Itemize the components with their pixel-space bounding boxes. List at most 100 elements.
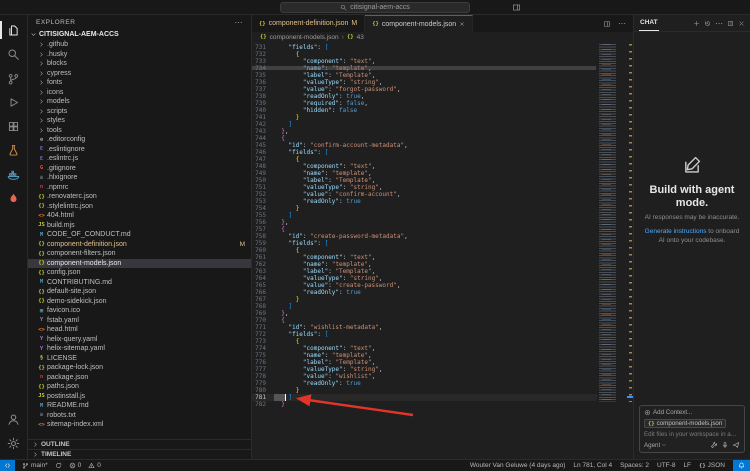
code-line-767[interactable]: 767 } bbox=[252, 296, 597, 303]
file-component-definition.json[interactable]: {}component-definition.jsonM bbox=[28, 240, 251, 250]
git-branch-item[interactable]: main* bbox=[22, 460, 48, 471]
code-line-778[interactable]: 778 "value": "wishlist", bbox=[252, 373, 597, 380]
editor-pane[interactable]: 731 "fields": [732 {733 "component": "te… bbox=[252, 42, 633, 459]
tab-component-definition[interactable]: {} component-definition.json M bbox=[252, 15, 365, 32]
file-config.json[interactable]: {}config.json bbox=[28, 268, 251, 278]
section-outline[interactable]: OUTLINE bbox=[28, 439, 251, 449]
tab-component-models[interactable]: {} component-models.json bbox=[365, 15, 473, 32]
file-postinstall.js[interactable]: JSpostinstall.js bbox=[28, 392, 251, 402]
file-.stylelintrc.json[interactable]: {}.stylelintrc.json bbox=[28, 202, 251, 212]
code-line-762[interactable]: 762 "name": "template", bbox=[252, 261, 597, 268]
more-actions-icon[interactable]: ⋯ bbox=[235, 18, 244, 27]
layout-icon[interactable] bbox=[512, 3, 521, 12]
file-.editorconfig[interactable]: ⚙.editorconfig bbox=[28, 135, 251, 145]
folder-scripts[interactable]: scripts bbox=[28, 107, 251, 117]
docker-icon[interactable] bbox=[0, 162, 27, 186]
file-component-models.json[interactable]: {}component-models.json bbox=[28, 259, 251, 269]
testing-icon[interactable] bbox=[0, 138, 27, 162]
code-line-744[interactable]: 744 { bbox=[252, 135, 597, 142]
encoding[interactable]: UTF-8 bbox=[657, 460, 675, 471]
code-line-742[interactable]: 742 ] bbox=[252, 121, 597, 128]
file-.hlxignore[interactable]: ≡.hlxignore bbox=[28, 173, 251, 183]
code-line-750[interactable]: 750 "label": "Template", bbox=[252, 177, 597, 184]
indentation[interactable]: Spaces: 2 bbox=[620, 460, 649, 471]
folder-styles[interactable]: styles bbox=[28, 116, 251, 126]
code-line-753[interactable]: 753 "readOnly": true bbox=[252, 198, 597, 205]
cursor-position[interactable]: Ln 781, Col 4 bbox=[573, 460, 612, 471]
breadcrumb[interactable]: {} component-models.json › {} 43 bbox=[252, 32, 633, 42]
code-line-771[interactable]: 771 "id": "wishlist-metadata", bbox=[252, 324, 597, 331]
minimap[interactable] bbox=[597, 42, 627, 459]
tab-chat[interactable]: CHAT bbox=[639, 15, 659, 31]
code-line-759[interactable]: 759 "fields": [ bbox=[252, 240, 597, 247]
mic-icon[interactable] bbox=[721, 441, 729, 449]
code-line-782[interactable]: 782 } bbox=[252, 401, 597, 408]
folder-icons[interactable]: icons bbox=[28, 88, 251, 98]
open-editor-icon[interactable] bbox=[727, 20, 734, 27]
folder-tools[interactable]: tools bbox=[28, 126, 251, 136]
code-line-747[interactable]: 747 { bbox=[252, 156, 597, 163]
close-icon[interactable] bbox=[459, 21, 465, 27]
file-demo-sidekick.json[interactable]: {}demo-sidekick.json bbox=[28, 297, 251, 307]
code-line-733[interactable]: 733 "component": "text", bbox=[252, 58, 597, 65]
code-line-735[interactable]: 735 "label": "Template", bbox=[252, 72, 597, 79]
code-line-781[interactable]: 781 ] bbox=[252, 394, 597, 401]
run-debug-icon[interactable] bbox=[0, 90, 27, 114]
code-line-774[interactable]: 774 "component": "text", bbox=[252, 345, 597, 352]
folder-blocks[interactable]: blocks bbox=[28, 59, 251, 69]
code-line-746[interactable]: 746 "fields": [ bbox=[252, 149, 597, 156]
code-line-765[interactable]: 765 "value": "create-password", bbox=[252, 282, 597, 289]
code-line-749[interactable]: 749 "name": "template", bbox=[252, 170, 597, 177]
code-line-757[interactable]: 757 { bbox=[252, 226, 597, 233]
code-line-760[interactable]: 760 { bbox=[252, 247, 597, 254]
code-line-755[interactable]: 755 ] bbox=[252, 212, 597, 219]
breadcrumb-symbol[interactable]: 43 bbox=[357, 34, 364, 41]
code-line-751[interactable]: 751 "valueType": "string", bbox=[252, 184, 597, 191]
eol[interactable]: LF bbox=[683, 460, 691, 471]
code-line-732[interactable]: 732 { bbox=[252, 51, 597, 58]
settings-icon[interactable] bbox=[0, 431, 27, 455]
file-404.html[interactable]: <>404.html bbox=[28, 211, 251, 221]
breadcrumb-file[interactable]: component-models.json bbox=[270, 34, 339, 41]
problems-errors[interactable]: 0 bbox=[69, 460, 82, 471]
file-CONTRIBUTING.md[interactable]: MCONTRIBUTING.md bbox=[28, 278, 251, 288]
tools-icon[interactable] bbox=[710, 441, 718, 449]
blame-item[interactable]: Wouter Van Geluwe (4 days ago) bbox=[470, 460, 566, 471]
file-robots.txt[interactable]: ≡robots.txt bbox=[28, 411, 251, 421]
file-fstab.yaml[interactable]: Yfstab.yaml bbox=[28, 316, 251, 326]
file-.eslintrc.js[interactable]: E.eslintrc.js bbox=[28, 154, 251, 164]
code-line-772[interactable]: 772 "fields": [ bbox=[252, 331, 597, 338]
overview-ruler[interactable] bbox=[627, 42, 633, 459]
folder-fonts[interactable]: fonts bbox=[28, 78, 251, 88]
code-line-740[interactable]: 740 "hidden": false bbox=[252, 107, 597, 114]
live-preview-icon[interactable] bbox=[0, 186, 27, 210]
file-paths.json[interactable]: {}paths.json bbox=[28, 382, 251, 392]
search-icon[interactable] bbox=[0, 42, 27, 66]
file-default-site.json[interactable]: {}default-site.json bbox=[28, 287, 251, 297]
code-line-739[interactable]: 739 "required": false, bbox=[252, 100, 597, 107]
file-.gitignore[interactable]: G.gitignore bbox=[28, 164, 251, 174]
accounts-icon[interactable] bbox=[0, 407, 27, 431]
code-line-761[interactable]: 761 "component": "text", bbox=[252, 254, 597, 261]
code-line-752[interactable]: 752 "value": "confirm-account", bbox=[252, 191, 597, 198]
code-line-738[interactable]: 738 "readOnly": true, bbox=[252, 93, 597, 100]
code-line-780[interactable]: 780 } bbox=[252, 387, 597, 394]
more-actions-icon[interactable]: ⋯ bbox=[618, 19, 626, 28]
split-editor-icon[interactable] bbox=[603, 20, 611, 28]
code-line-745[interactable]: 745 "id": "confirm-account-metadata", bbox=[252, 142, 597, 149]
file-.eslintignore[interactable]: E.eslintignore bbox=[28, 145, 251, 155]
command-center-search[interactable]: citisignal-aem-accs bbox=[280, 2, 470, 13]
code-line-741[interactable]: 741 } bbox=[252, 114, 597, 121]
more-icon[interactable]: ⋯ bbox=[715, 19, 723, 28]
close-icon[interactable] bbox=[738, 20, 745, 27]
file-build.mjs[interactable]: JSbuild.mjs bbox=[28, 221, 251, 231]
file-sitemap-index.xml[interactable]: <>sitemap-index.xml bbox=[28, 420, 251, 430]
folder-models[interactable]: models bbox=[28, 97, 251, 107]
chat-input[interactable]: Add Context... {} component-models.json … bbox=[639, 405, 745, 453]
code-line-766[interactable]: 766 "readOnly": true bbox=[252, 289, 597, 296]
file-package-lock.json[interactable]: {}package-lock.json bbox=[28, 363, 251, 373]
file-README.md[interactable]: MREADME.md bbox=[28, 401, 251, 411]
add-context-button[interactable]: Add Context... bbox=[644, 409, 740, 416]
file-LICENSE[interactable]: §LICENSE bbox=[28, 354, 251, 364]
code-line-773[interactable]: 773 { bbox=[252, 338, 597, 345]
